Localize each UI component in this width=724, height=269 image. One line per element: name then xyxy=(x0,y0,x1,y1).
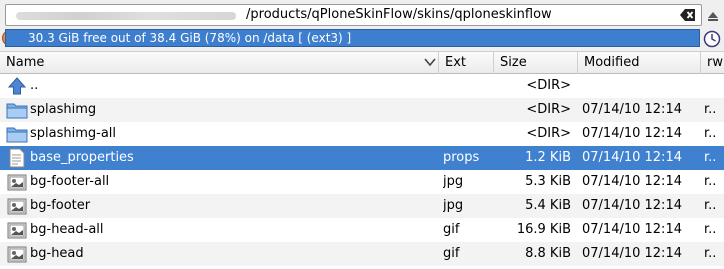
file-size: <DIR> xyxy=(526,126,571,141)
file-name: .. xyxy=(30,78,39,93)
file-row[interactable]: bg-head-all gif 16.9 KiB 07/14/10 12:14 r.. xyxy=(0,218,724,242)
image-file-icon xyxy=(6,196,28,216)
file-ext xyxy=(443,74,493,98)
file-size: 8.8 KiB xyxy=(525,246,571,261)
free-space-bar: 30.3 GiB free out of 38.4 GiB (78%) on /… xyxy=(5,29,700,47)
text-file-icon xyxy=(6,148,28,168)
column-ext[interactable]: Ext xyxy=(438,52,493,74)
file-name: base_properties xyxy=(30,150,134,165)
up-arrow-icon xyxy=(6,76,28,96)
clock-icon[interactable] xyxy=(703,30,721,48)
folder-icon xyxy=(6,100,28,120)
file-size: 5.4 KiB xyxy=(525,198,571,213)
file-name: splashimg-all xyxy=(30,126,117,141)
image-file-icon xyxy=(6,244,28,264)
file-row[interactable]: base_properties props 1.2 KiB 07/14/10 12:1… xyxy=(0,146,724,170)
file-rw: r.. xyxy=(704,150,717,165)
file-rw: r.. xyxy=(704,198,717,213)
file-name: bg-footer-all xyxy=(30,174,110,189)
file-modified: 07/14/10 12:14 xyxy=(582,222,682,237)
file-name: bg-head-all xyxy=(30,222,104,237)
clear-path-icon[interactable] xyxy=(680,8,696,22)
file-modified: 07/14/10 12:14 xyxy=(582,102,682,117)
path-history-icon[interactable] xyxy=(705,7,721,23)
file-ext: jpg xyxy=(443,174,464,189)
file-size: 1.2 KiB xyxy=(525,150,571,165)
file-row[interactable]: bg-footer-all jpg 5.3 KiB 07/14/10 12:14 r.. xyxy=(0,170,724,194)
file-size: <DIR> xyxy=(526,78,571,93)
file-modified: 07/14/10 12:14 xyxy=(582,174,682,189)
file-name: bg-footer xyxy=(30,198,91,213)
column-header: Name Ext Size Modified rw xyxy=(0,51,724,74)
file-modified: 07/14/10 12:14 xyxy=(582,198,682,213)
file-modified xyxy=(582,74,700,98)
file-row[interactable]: bg-footer jpg 5.4 KiB 07/14/10 12:14 r.. xyxy=(0,194,724,218)
file-size: <DIR> xyxy=(526,102,571,117)
file-ext: props xyxy=(443,150,480,165)
file-ext: gif xyxy=(443,246,460,261)
column-rw[interactable]: rw xyxy=(700,52,724,74)
file-name: splashimg xyxy=(30,102,97,117)
path-text: /products/qPloneSkinFlow/skins/qploneski… xyxy=(246,7,552,22)
file-row[interactable]: .. <DIR> xyxy=(0,74,724,98)
image-file-icon xyxy=(6,220,28,240)
file-row[interactable]: splashimg <DIR> 07/14/10 12:14 r.. xyxy=(0,98,724,122)
path-input[interactable]: /products/qPloneSkinFlow/skins/qploneski… xyxy=(5,4,702,26)
file-list: .. <DIR> splashimg <DIR> 07/14/10 12:14 r.. sp… xyxy=(0,74,724,269)
file-modified: 07/14/10 12:14 xyxy=(582,150,682,165)
file-ext: jpg xyxy=(443,198,464,213)
image-file-icon xyxy=(6,172,28,192)
file-name: bg-head xyxy=(30,246,84,261)
free-space-text: 30.3 GiB free out of 38.4 GiB (78%) on /… xyxy=(28,31,352,45)
folder-icon xyxy=(6,124,28,144)
file-ext xyxy=(443,98,493,122)
file-size: 5.3 KiB xyxy=(525,174,571,189)
file-row[interactable]: splashimg-all <DIR> 07/14/10 12:14 r.. xyxy=(0,122,724,146)
file-row[interactable]: bg-head gif 8.8 KiB 07/14/10 12:14 r.. xyxy=(0,242,724,266)
blurred-path-prefix xyxy=(16,12,236,20)
sort-descending-icon[interactable] xyxy=(424,57,436,67)
file-modified: 07/14/10 12:14 xyxy=(582,126,682,141)
file-rw: r.. xyxy=(704,222,717,237)
column-name[interactable]: Name xyxy=(0,52,417,74)
file-rw: r.. xyxy=(704,174,717,189)
file-rw: r.. xyxy=(704,126,717,141)
file-ext xyxy=(443,122,493,146)
file-rw xyxy=(704,74,724,98)
column-size[interactable]: Size xyxy=(493,52,577,74)
column-modified[interactable]: Modified xyxy=(577,52,700,74)
file-rw: r.. xyxy=(704,102,717,117)
file-ext: gif xyxy=(443,222,460,237)
file-rw: r.. xyxy=(704,246,717,261)
file-size: 16.9 KiB xyxy=(516,222,571,237)
file-modified: 07/14/10 12:14 xyxy=(582,246,682,261)
